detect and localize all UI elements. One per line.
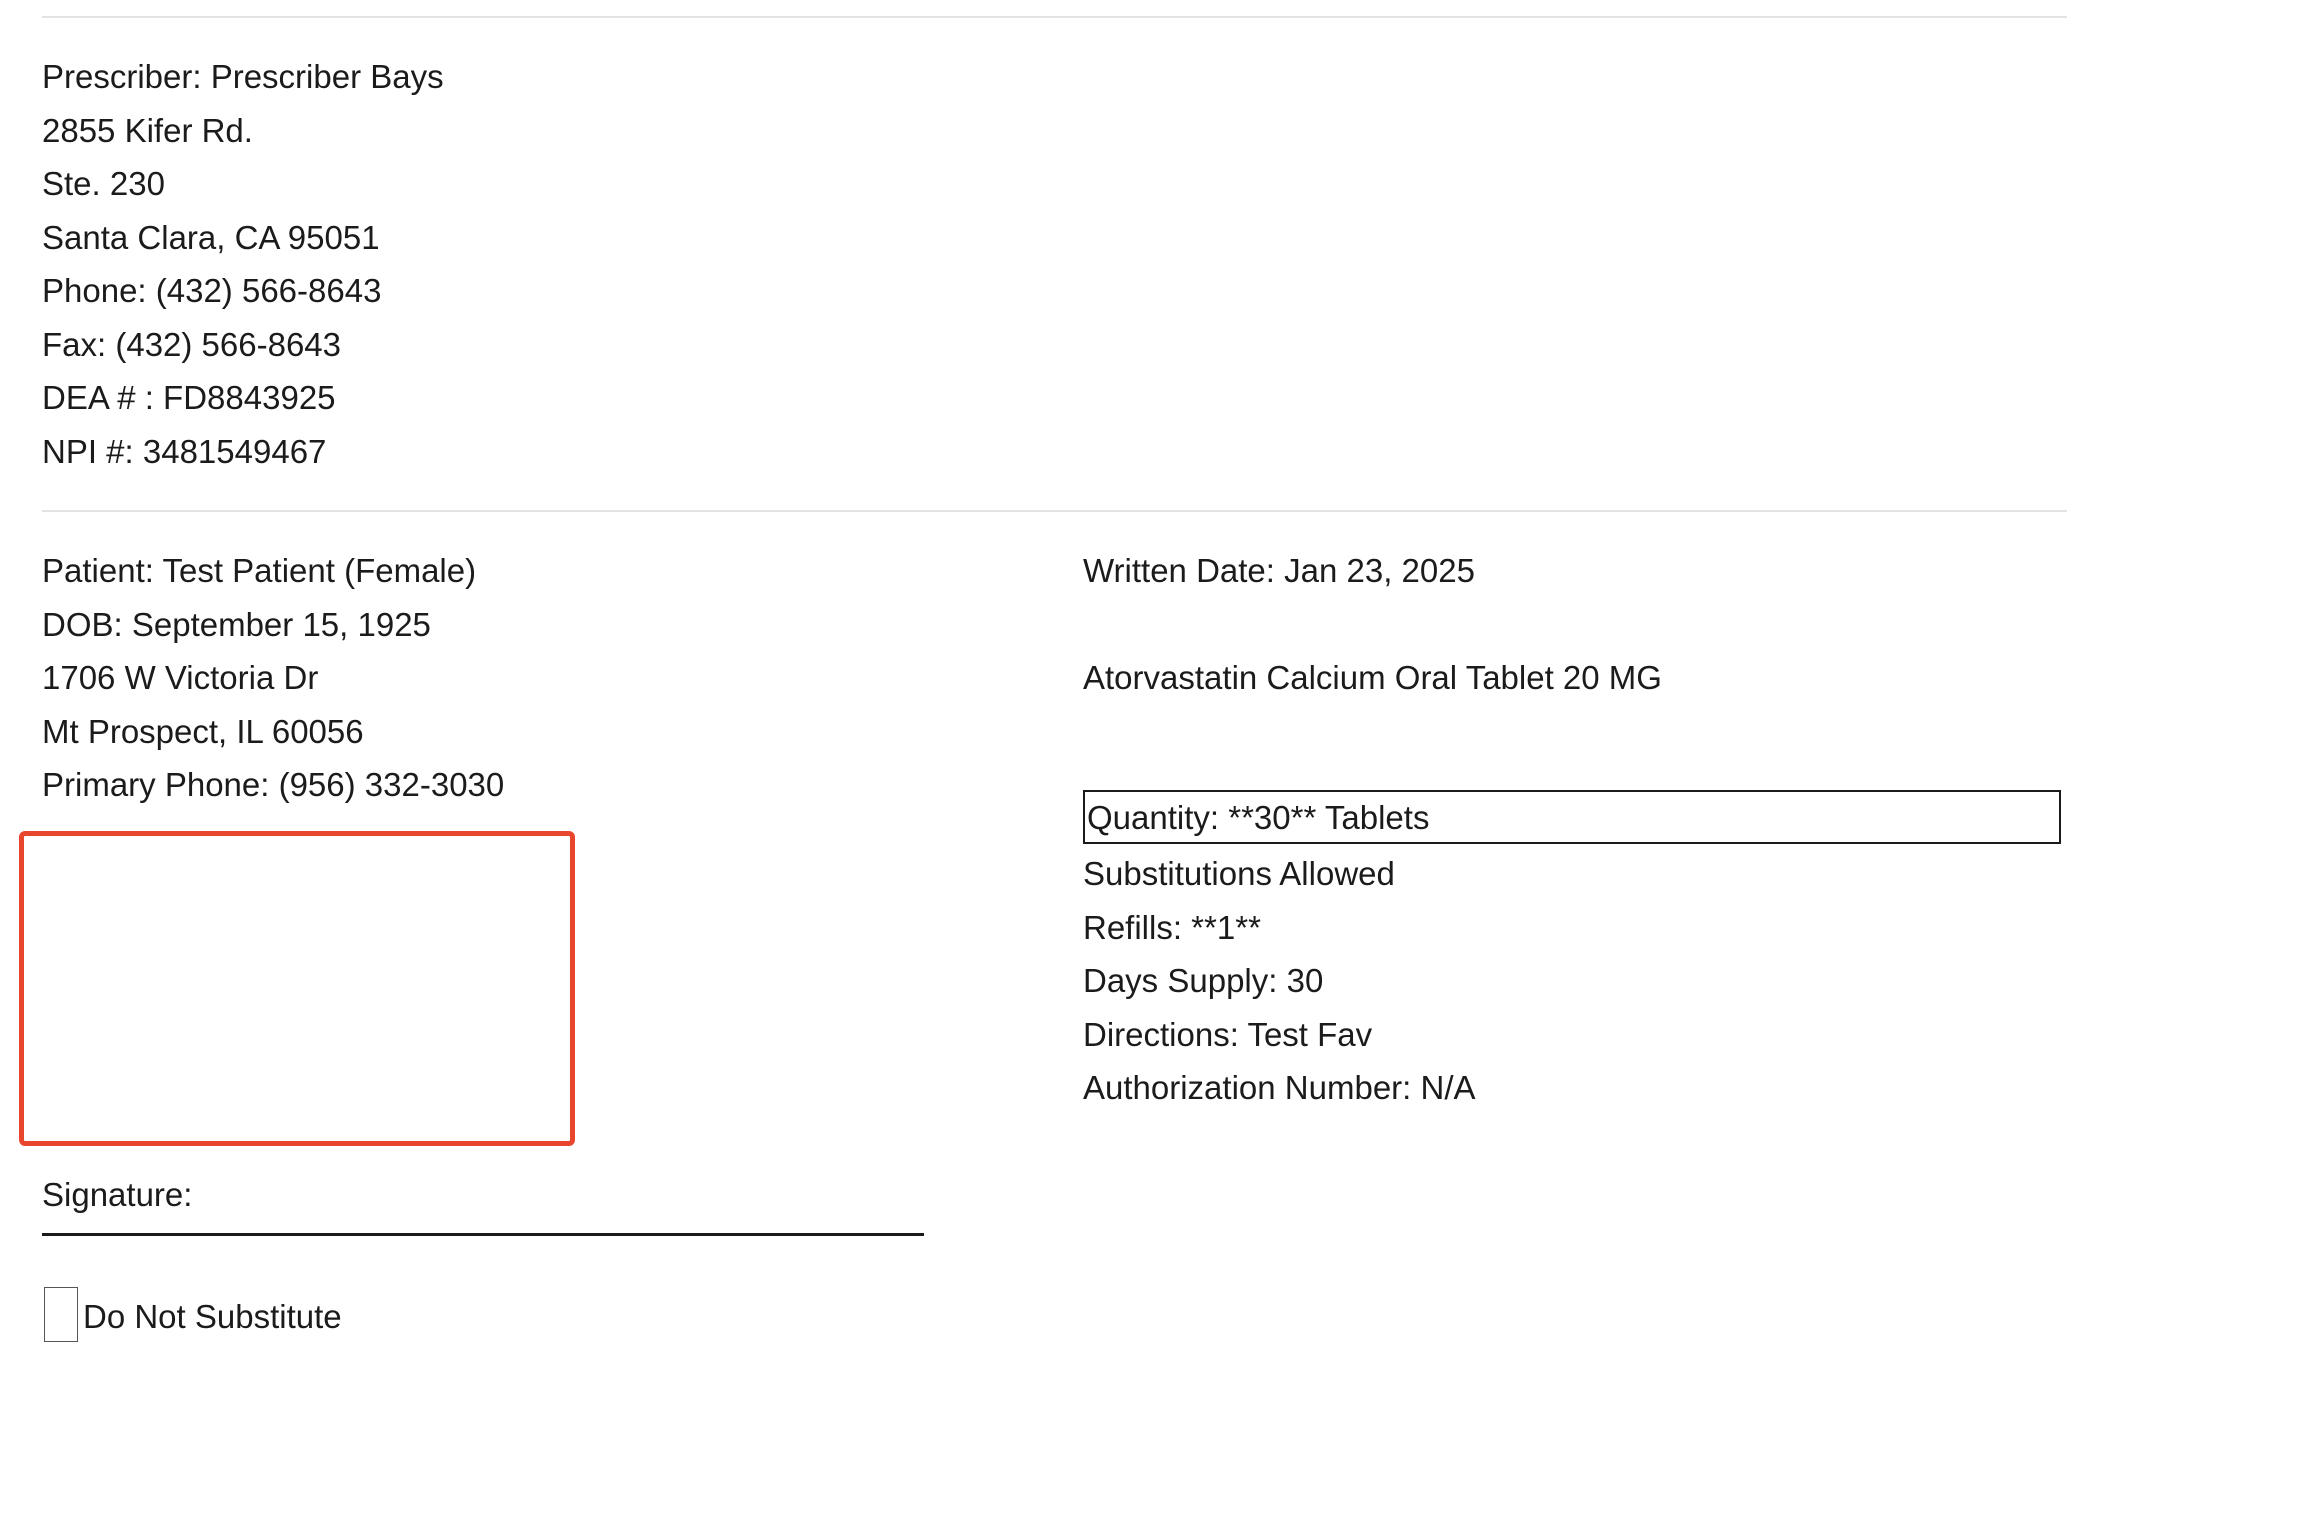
- signature-area-highlight[interactable]: [19, 831, 575, 1146]
- top-divider: [42, 16, 2067, 18]
- prescriber-city-state-zip: Santa Clara, CA 95051: [42, 218, 380, 256]
- drug-name: Atorvastatin Calcium Oral Tablet 20 MG: [1083, 659, 1662, 696]
- signature-line: [42, 1233, 924, 1236]
- do-not-substitute-checkbox[interactable]: [44, 1287, 78, 1342]
- quantity-field: Quantity: **30** Tablets: [1083, 790, 2061, 844]
- prescriber-info: Prescriber: Prescriber Bays 2855 Kifer R…: [42, 50, 444, 478]
- do-not-substitute-label[interactable]: Do Not Substitute: [83, 1290, 342, 1343]
- prescriber-fax: Fax: (432) 566-8643: [42, 325, 342, 363]
- signature-label: Signature:: [42, 1176, 193, 1213]
- prescriber-npi: NPI #: 3481549467: [42, 432, 327, 470]
- days-supply: Days Supply: 30: [1083, 962, 1324, 999]
- prescriber-address-line-2: Ste. 230: [42, 165, 165, 202]
- patient-primary-phone: Primary Phone: (956) 332-3030: [42, 766, 505, 803]
- prescriber-phone: Phone: (432) 566-8643: [42, 272, 382, 309]
- prescription-details: Substitutions Allowed Refills: **1** Day…: [1083, 847, 1476, 1115]
- authorization-number: Authorization Number: N/A: [1083, 1069, 1476, 1106]
- section-divider: [42, 510, 2067, 512]
- prescriber-dea: DEA # : FD8843925: [42, 379, 336, 416]
- refills: Refills: **1**: [1083, 908, 1261, 946]
- patient-city-state-zip: Mt Prospect, IL 60056: [42, 712, 364, 750]
- directions: Directions: Test Fav: [1083, 1015, 1373, 1053]
- written-date: Written Date: Jan 23, 2025: [1083, 552, 1475, 589]
- patient-address: 1706 W Victoria Dr: [42, 659, 319, 696]
- prescriber-address-line-1: 2855 Kifer Rd.: [42, 111, 253, 149]
- substitutions-status: Substitutions Allowed: [1083, 855, 1395, 892]
- patient-info: Patient: Test Patient (Female) DOB: Sept…: [42, 544, 504, 812]
- patient-name: Patient: Test Patient (Female): [42, 552, 477, 589]
- patient-dob: DOB: September 15, 1925: [42, 605, 431, 643]
- prescriber-name: Prescriber: Prescriber Bays: [42, 58, 444, 95]
